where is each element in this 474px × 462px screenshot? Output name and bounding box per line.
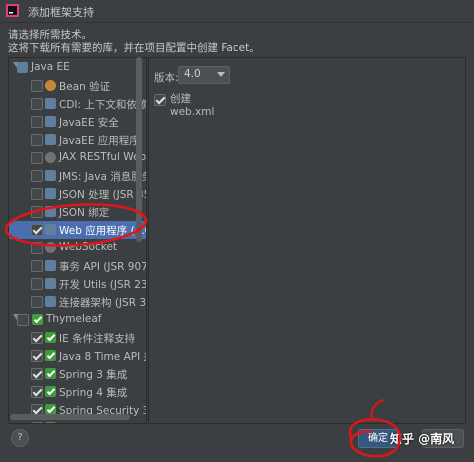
version-select[interactable]: 4.0	[178, 66, 230, 84]
tree-item-checkbox[interactable]	[31, 224, 43, 236]
web-icon	[45, 224, 56, 235]
tree-item-label: IE 条件注释支持	[59, 333, 136, 345]
web-icon	[45, 98, 56, 109]
tree-item[interactable]: Spring 4 集成	[9, 383, 146, 401]
tree-item[interactable]: IE 条件注释支持	[9, 329, 146, 347]
tree-item[interactable]: 开发 Utils (JSR 236)	[9, 275, 146, 293]
tree-item[interactable]: JMS: Java 消息服务	[9, 167, 146, 185]
globe-icon	[45, 152, 56, 163]
tree-item-checkbox[interactable]	[31, 206, 43, 218]
tree-item-label: JSON 处理 (JSR 353)	[59, 189, 146, 201]
tree-item[interactable]: JavaEE 安全	[9, 113, 146, 131]
tree-item-label: Web 应用程序 (4.0)	[59, 225, 146, 237]
tree-item-label: JAX RESTful Web Services	[59, 151, 146, 163]
tree-item-checkbox[interactable]	[31, 278, 43, 290]
tree-item-checkbox[interactable]	[31, 170, 43, 182]
version-label: 版本:	[154, 72, 179, 84]
tree-item[interactable]: 连接器架构 (JSR 322)	[9, 293, 146, 311]
intellij-app-icon	[6, 4, 19, 17]
tree-group-label: Thymeleaf	[46, 313, 102, 325]
tree-horizontal-scrollbar[interactable]	[10, 414, 130, 420]
thymeleaf-icon	[45, 422, 56, 423]
version-value: 4.0	[184, 68, 201, 80]
tree-item-checkbox[interactable]	[31, 350, 43, 362]
tree-item-checkbox[interactable]	[31, 242, 43, 254]
tree-item-checkbox[interactable]	[31, 188, 43, 200]
tree-item-label: 事务 API (JSR 907)	[59, 261, 146, 273]
tree-item[interactable]: 事务 API (JSR 907)	[9, 257, 146, 275]
tree-item-label: JMS: Java 消息服务	[59, 171, 146, 183]
chevron-down-icon	[217, 72, 225, 77]
bean-icon	[45, 80, 56, 91]
thymeleaf-icon	[32, 314, 43, 325]
tree-item[interactable]: Spring 3 集成	[9, 365, 146, 383]
web-icon	[45, 278, 56, 289]
thymeleaf-icon	[45, 350, 56, 361]
tree-item[interactable]: JSON 绑定	[9, 203, 146, 221]
thymeleaf-icon	[45, 368, 56, 379]
tree-group[interactable]: Thymeleaf	[9, 311, 146, 329]
tree-item[interactable]: WebSocket	[9, 239, 146, 257]
tree-item-label: JSON 绑定	[59, 207, 110, 219]
web-icon	[45, 260, 56, 271]
title-bar: 添加框架支持	[0, 0, 474, 23]
tree-item-checkbox[interactable]	[31, 260, 43, 272]
tree-item-checkbox[interactable]	[31, 332, 43, 344]
thymeleaf-icon	[45, 386, 56, 397]
tree-item-label: WebSocket	[59, 241, 118, 253]
group-checkbox[interactable]	[17, 314, 29, 326]
tree-vertical-scrollbar[interactable]	[136, 57, 142, 242]
tree-item-checkbox[interactable]	[31, 80, 43, 92]
tree-item-checkbox[interactable]	[31, 134, 43, 146]
help-button[interactable]: ?	[11, 429, 29, 447]
javaee-icon	[17, 62, 28, 73]
tree-item-checkbox[interactable]	[31, 296, 43, 308]
tree-item[interactable]: JavaEE 应用程序	[9, 131, 146, 149]
web-icon	[45, 170, 56, 181]
web-icon	[45, 116, 56, 127]
tree-item-checkbox[interactable]	[31, 116, 43, 128]
thymeleaf-icon	[45, 332, 56, 343]
window-title: 添加框架支持	[28, 6, 94, 19]
tree-item[interactable]: JSON 处理 (JSR 353)	[9, 185, 146, 203]
framework-tree[interactable]: Java EE Bean 验证 CDI: 上下文和依赖项注入 JavaEE 安全 Jav…	[8, 57, 147, 424]
tree-item-label: JavaEE 安全	[59, 117, 119, 129]
tree-item-checkbox[interactable]	[31, 386, 43, 398]
tree-group[interactable]: Java EE	[9, 59, 146, 77]
create-webxml-checkbox[interactable]	[154, 94, 166, 106]
tree-item-label: Spring Security 4 集成	[59, 421, 146, 423]
tree-item-label: Java 8 Time API 兼容性	[59, 351, 146, 363]
web-icon	[45, 206, 56, 217]
tree-group-label: Java EE	[31, 61, 70, 73]
web-icon	[45, 188, 56, 199]
tree-item-label: CDI: 上下文和依赖项注入	[59, 99, 146, 111]
tree-item[interactable]: JAX RESTful Web Services	[9, 149, 146, 167]
tree-item[interactable]: Java 8 Time API 兼容性	[9, 347, 146, 365]
tree-item-label: Spring 4 集成	[59, 387, 128, 399]
web-icon	[45, 296, 56, 307]
tree-item[interactable]: CDI: 上下文和依赖项注入	[9, 95, 146, 113]
tree-item-label: Bean 验证	[59, 81, 111, 93]
tree-item-label: Spring 3 集成	[59, 369, 128, 381]
web-icon	[45, 134, 56, 145]
tree-item-label: 连接器架构 (JSR 322)	[59, 297, 146, 309]
tree-item[interactable]: Web 应用程序 (4.0)	[9, 221, 146, 239]
tree-item-checkbox[interactable]	[31, 98, 43, 110]
watermark: 知乎 @南风	[390, 432, 455, 446]
description-line-2: 这将下载所有需要的库，并在项目配置中创建 Facet。	[8, 42, 260, 54]
tree-item-checkbox[interactable]	[31, 422, 43, 423]
create-webxml-label: 创建 web.xml	[170, 93, 215, 118]
tree-item-label: JavaEE 应用程序	[59, 135, 140, 147]
tree-item-checkbox[interactable]	[31, 152, 43, 164]
tree-item-checkbox[interactable]	[31, 368, 43, 380]
tree-item[interactable]: Bean 验证	[9, 77, 146, 95]
tree-item-label: 开发 Utils (JSR 236)	[59, 279, 146, 291]
globe-icon	[45, 242, 56, 253]
